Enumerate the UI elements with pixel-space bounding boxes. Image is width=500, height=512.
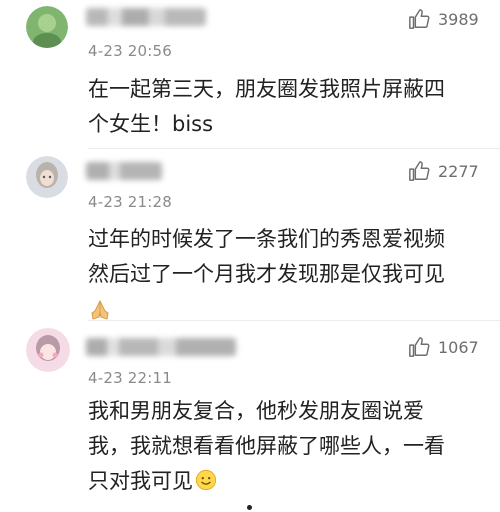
like-count: 3989	[438, 9, 479, 29]
comment-timestamp: 4-23 20:56	[88, 42, 173, 60]
avatar-image	[26, 6, 68, 48]
user-avatar[interactable]	[26, 328, 70, 372]
like-button[interactable]: 1067	[408, 336, 479, 358]
comment-line-text: 只对我可见	[88, 469, 193, 493]
comment-timestamp: 4-23 21:28	[88, 193, 173, 211]
comment-text: 在一起第三天，朋友圈发我照片屏蔽四 个女生！biss	[88, 72, 445, 142]
comment-line: 只对我可见	[88, 464, 445, 499]
avatar-image	[26, 328, 70, 372]
praying-hands-icon	[91, 299, 109, 320]
user-avatar[interactable]	[26, 6, 68, 48]
avatar-image	[26, 156, 68, 198]
like-button[interactable]: 2277	[408, 160, 479, 182]
username-blurred[interactable]	[86, 338, 236, 356]
comment-line: 然后过了一个月我才发现那是仅我可见	[88, 262, 445, 286]
like-count: 2277	[438, 161, 479, 181]
comment-line: 在一起第三天，朋友圈发我照片屏蔽四	[88, 77, 445, 101]
comment-line: 过年的时候发了一条我们的秀恩爱视频	[88, 227, 445, 251]
like-button[interactable]: 3989	[408, 8, 479, 30]
username-blurred[interactable]	[86, 8, 206, 26]
comment-line: 我，我就想看看他屏蔽了哪些人，一看	[88, 434, 445, 458]
comment-divider	[88, 148, 500, 149]
comment-timestamp: 4-23 22:11	[88, 369, 173, 387]
page-indicator-dot	[247, 505, 252, 510]
comment-line: 个女生！biss	[88, 112, 214, 136]
thumbs-up-icon	[409, 161, 430, 181]
thumbs-up-icon	[409, 337, 430, 357]
user-avatar[interactable]	[26, 156, 68, 198]
username-blurred[interactable]	[86, 162, 162, 180]
smiling-face-icon	[195, 469, 217, 491]
comment-item: 4-23 20:56 3989 在一起第三天，朋友圈发我照片屏蔽四 个女生！bi…	[0, 0, 500, 150]
comment-divider	[88, 320, 500, 321]
comment-text: 过年的时候发了一条我们的秀恩爱视频 然后过了一个月我才发现那是仅我可见	[88, 222, 445, 327]
thumbs-up-icon	[409, 9, 430, 29]
comment-text: 我和男朋友复合，他秒发朋友圈说爱 我，我就想看看他屏蔽了哪些人，一看 只对我可见	[88, 394, 445, 499]
like-count: 1067	[438, 337, 479, 357]
comment-item: 4-23 22:11 1067 我和男朋友复合，他秒发朋友圈说爱 我，我就想看看…	[0, 322, 500, 512]
comment-line: 我和男朋友复合，他秒发朋友圈说爱	[88, 399, 424, 423]
comment-item: 4-23 21:28 2277 过年的时候发了一条我们的秀恩爱视频 然后过了一个…	[0, 150, 500, 320]
